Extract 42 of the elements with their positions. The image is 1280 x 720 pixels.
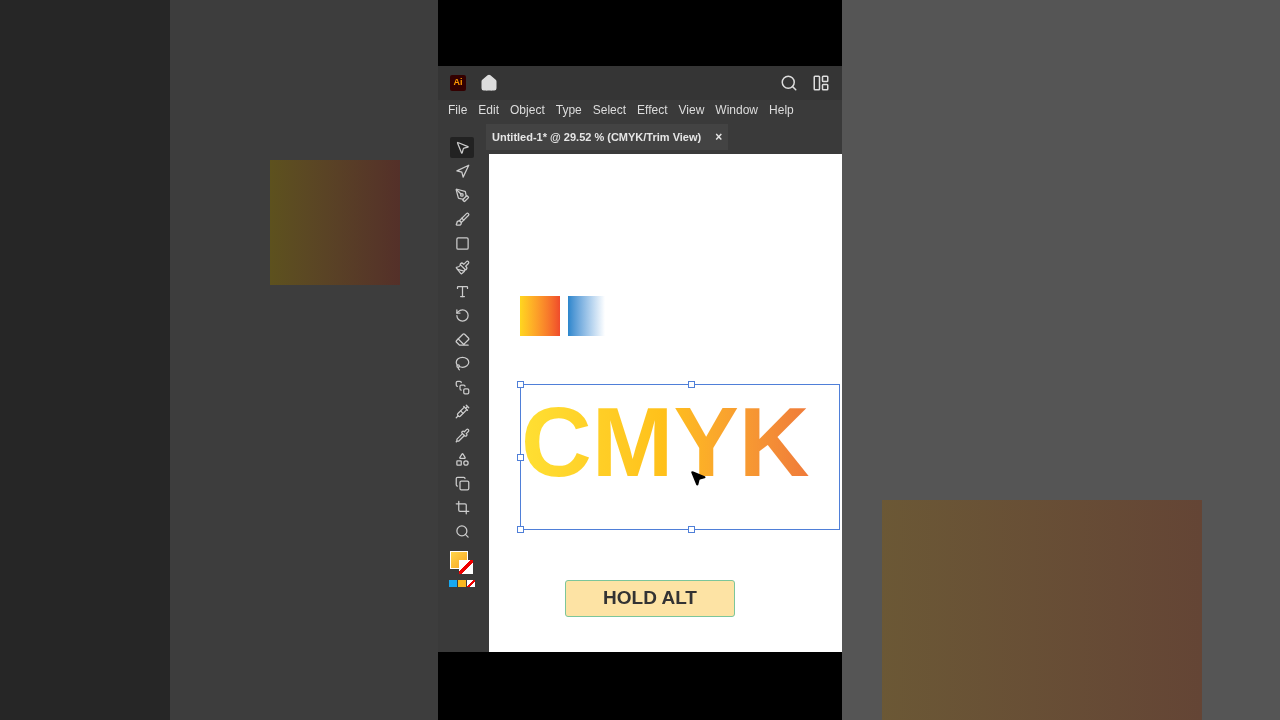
resize-handle[interactable] [517,381,524,388]
hold-alt-label: HOLD ALT [565,580,735,617]
menu-item[interactable]: Help [769,101,794,119]
tool-button[interactable] [450,137,474,158]
copy-icon [454,476,470,491]
workspace-icon[interactable] [812,74,830,92]
menu-item[interactable]: Type [555,101,582,119]
resize-handle[interactable] [517,454,524,461]
arrow-icon [454,164,470,179]
zoom-icon [454,524,470,539]
resize-handle[interactable] [517,526,524,533]
menu-item[interactable]: Effect [637,101,668,119]
menu-item[interactable]: File [448,101,468,119]
menu-item[interactable]: Edit [478,101,500,119]
gradient-swatch [568,296,605,336]
color-mode-icons[interactable] [449,580,475,587]
rectangle-icon [454,236,470,251]
menu-item[interactable]: Window [715,101,759,119]
menu-item[interactable]: View [678,101,705,119]
home-icon[interactable] [480,74,498,92]
document-tab[interactable]: Untitled-1* @ 29.52 % (CMYK/Trim View) × [486,124,729,150]
shapes-icon [454,452,470,467]
brush-icon [454,212,470,227]
eraser-icon [454,332,470,347]
app-logo: Ai [450,75,466,91]
resize-handle[interactable] [688,526,695,533]
resize-handle[interactable] [688,381,695,388]
gradient-swatch [520,296,560,336]
tab-title: Untitled-1* @ 29.52 % (CMYK/Trim View) [492,129,702,145]
syringe-icon [454,404,470,419]
paintbrush-icon [454,260,470,275]
search-icon[interactable] [780,74,798,92]
pointer-icon [454,140,470,155]
pen-icon [454,188,470,203]
close-button[interactable]: × [715,128,723,146]
rotate-icon [454,308,470,323]
lasso-icon [454,356,470,371]
type-icon [454,284,470,299]
eyedropper-icon [454,428,470,443]
menu-item[interactable]: Object [510,101,545,119]
menu-item[interactable]: Select [592,101,627,119]
crop-icon [454,500,470,515]
